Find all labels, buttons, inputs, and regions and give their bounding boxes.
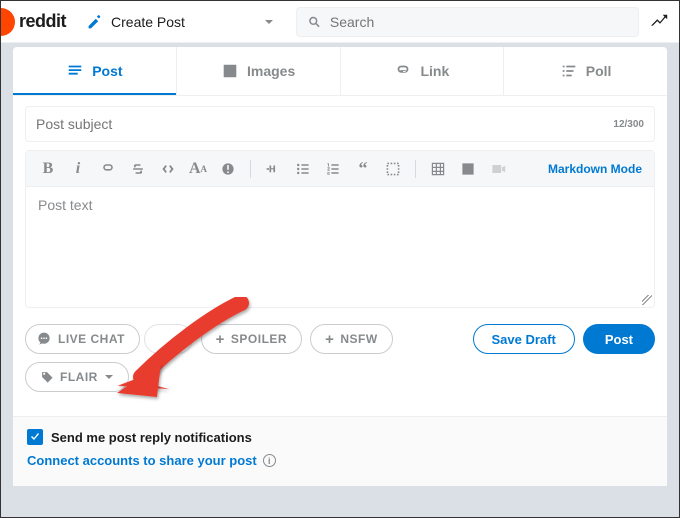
tab-link-label: Link — [420, 63, 449, 79]
video-button[interactable] — [484, 155, 512, 183]
tab-poll[interactable]: Poll — [504, 47, 667, 95]
plus-icon: + — [216, 332, 225, 347]
nav-dropdown-label: Create Post — [111, 14, 185, 30]
spoiler-button[interactable] — [214, 155, 242, 183]
search-bar[interactable] — [296, 7, 639, 37]
tag-row: LIVE CHAT + SPOILER + NSFW Save Draft Po… — [13, 308, 667, 358]
tab-post-label: Post — [92, 63, 122, 79]
caret-down-icon — [104, 372, 114, 382]
checkbox-checked-icon — [27, 429, 43, 445]
resize-handle[interactable] — [642, 295, 652, 305]
tab-images[interactable]: Images — [177, 47, 341, 95]
markdown-mode-link[interactable]: Markdown Mode — [548, 162, 646, 176]
live-chat-tag[interactable]: LIVE CHAT — [25, 324, 140, 354]
post-body-input[interactable]: Post text — [26, 187, 654, 307]
spoiler-tag[interactable]: + SPOILER — [201, 324, 302, 354]
italic-button[interactable]: i — [64, 155, 92, 183]
chevron-down-icon — [263, 16, 275, 28]
post-button[interactable]: Post — [583, 324, 655, 354]
search-input[interactable] — [330, 14, 628, 30]
brand-text: reddit — [19, 11, 66, 32]
tab-link[interactable]: Link — [341, 47, 505, 95]
nav-dropdown[interactable]: Create Post — [76, 9, 286, 35]
editor-toolbar: B i AA “ Markdown Mode — [26, 151, 654, 187]
tab-images-label: Images — [247, 63, 295, 79]
notify-label: Send me post reply notifications — [51, 430, 252, 445]
pencil-icon — [87, 14, 103, 30]
reddit-icon — [1, 8, 15, 36]
bold-button[interactable]: B — [34, 155, 62, 183]
nsfw-tag[interactable]: + NSFW — [310, 324, 393, 354]
codeblock-button[interactable] — [379, 155, 407, 183]
post-body-placeholder: Post text — [38, 197, 92, 213]
subject-field-wrap: 12/300 — [25, 106, 655, 142]
bullet-list-button[interactable] — [289, 155, 317, 183]
editor: B i AA “ Markdown Mode Post t — [25, 150, 655, 308]
post-footer: Send me post reply notifications Connect… — [13, 416, 667, 486]
subject-input[interactable] — [36, 116, 613, 132]
heading-button[interactable] — [259, 155, 287, 183]
notify-checkbox-row[interactable]: Send me post reply notifications — [27, 429, 653, 445]
tab-poll-label: Poll — [586, 63, 612, 79]
create-post-card: Post Images Link Poll 12/300 B i — [13, 47, 667, 486]
info-icon[interactable]: i — [263, 454, 276, 467]
trending-icon[interactable] — [649, 11, 671, 33]
plus-icon: + — [325, 332, 334, 347]
code-button[interactable] — [154, 155, 182, 183]
link-button[interactable] — [94, 155, 122, 183]
superscript-button[interactable]: AA — [184, 155, 212, 183]
brand-logo[interactable]: reddit — [9, 8, 66, 36]
chat-icon — [36, 331, 52, 347]
strike-button[interactable] — [124, 155, 152, 183]
subject-charcount: 12/300 — [613, 119, 644, 130]
tag-icon — [40, 370, 54, 384]
top-nav: reddit Create Post — [1, 1, 679, 43]
number-list-button[interactable] — [319, 155, 347, 183]
post-type-tabs: Post Images Link Poll — [13, 47, 667, 96]
flair-tag[interactable]: FLAIR — [25, 362, 129, 392]
search-icon — [307, 14, 322, 30]
quote-button[interactable]: “ — [349, 155, 377, 183]
tab-post[interactable]: Post — [13, 47, 177, 95]
connect-accounts-link[interactable]: Connect accounts to share your post — [27, 453, 257, 468]
save-draft-button[interactable]: Save Draft — [473, 324, 575, 354]
table-button[interactable] — [424, 155, 452, 183]
image-button[interactable] — [454, 155, 482, 183]
obscured-tag[interactable] — [144, 324, 193, 354]
